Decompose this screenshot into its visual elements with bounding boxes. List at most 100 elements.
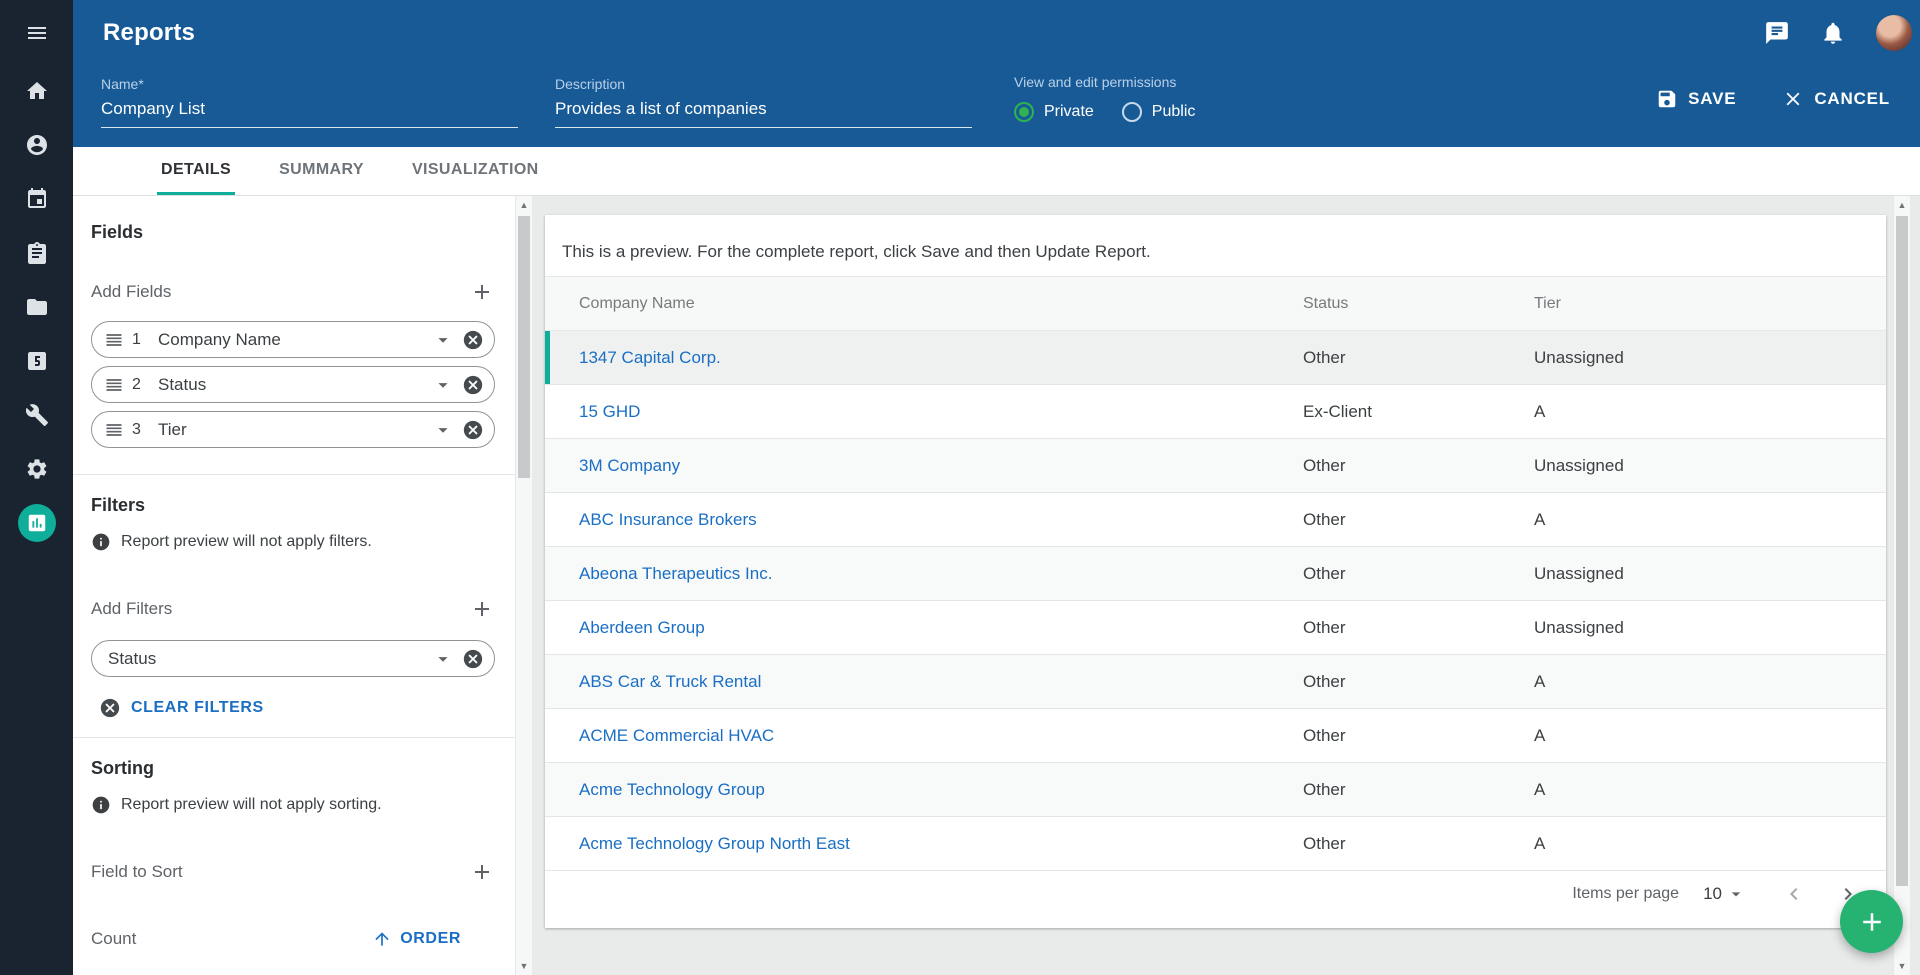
- header: Reports Name* Company List Description P…: [73, 0, 1920, 147]
- company-link[interactable]: ABC Insurance Brokers: [579, 510, 757, 529]
- company-link[interactable]: Acme Technology Group: [579, 780, 765, 799]
- company-cell: 15 GHD: [545, 385, 1269, 439]
- scroll-up-button[interactable]: ▲: [1894, 196, 1910, 214]
- table-row[interactable]: 3M CompanyOtherUnassigned: [545, 439, 1886, 493]
- drag-handle-icon[interactable]: [104, 375, 124, 395]
- menu-icon: [25, 21, 49, 45]
- status-cell: Other: [1269, 601, 1500, 655]
- company-link[interactable]: Aberdeen Group: [579, 618, 705, 637]
- tab-visualization[interactable]: VISUALIZATION: [408, 147, 543, 195]
- sidebar-item-reports[interactable]: [0, 496, 73, 550]
- chevron-down-icon[interactable]: [432, 648, 454, 670]
- table-row[interactable]: 1347 Capital Corp.OtherUnassigned: [545, 331, 1886, 385]
- table-row[interactable]: Acme Technology Group North EastOtherA: [545, 817, 1886, 871]
- table-row[interactable]: Acme Technology GroupOtherA: [545, 763, 1886, 817]
- bell-icon: [1820, 20, 1846, 46]
- sidebar-item-settings[interactable]: [0, 442, 73, 496]
- company-link[interactable]: 3M Company: [579, 456, 680, 475]
- company-cell: Acme Technology Group North East: [545, 817, 1269, 871]
- sorting-note-row: Report preview will not apply sorting.: [91, 795, 495, 815]
- notifications-button[interactable]: [1820, 20, 1846, 46]
- table-row[interactable]: Abeona Therapeutics Inc.OtherUnassigned: [545, 547, 1886, 601]
- company-link[interactable]: Abeona Therapeutics Inc.: [579, 564, 772, 583]
- close-icon: [1782, 88, 1804, 110]
- add-sort-field-button[interactable]: [469, 859, 495, 885]
- header-actions: [1764, 14, 1912, 52]
- chevron-down-icon[interactable]: [432, 419, 454, 441]
- name-input[interactable]: Company List: [101, 99, 518, 128]
- field-order-number: 3: [132, 421, 148, 439]
- save-button[interactable]: SAVE: [1656, 88, 1736, 110]
- plus-icon: [470, 597, 494, 621]
- scroll-down-button[interactable]: ▼: [516, 957, 532, 975]
- remove-field-icon[interactable]: [462, 419, 484, 441]
- avatar[interactable]: [1876, 15, 1912, 51]
- remove-field-icon[interactable]: [462, 329, 484, 351]
- field-chip-tier[interactable]: 3 Tier: [91, 411, 495, 448]
- cancel-button[interactable]: CANCEL: [1782, 88, 1890, 110]
- add-fields-button[interactable]: [469, 279, 495, 305]
- chevron-down-icon[interactable]: [432, 329, 454, 351]
- scroll-up-button[interactable]: ▲: [516, 196, 532, 214]
- table-row[interactable]: ACME Commercial HVACOtherA: [545, 709, 1886, 763]
- private-radio[interactable]: [1014, 102, 1034, 122]
- company-link[interactable]: ABS Car & Truck Rental: [579, 672, 761, 691]
- tab-details[interactable]: DETAILS: [157, 147, 235, 195]
- arrow-up-icon: [372, 929, 392, 949]
- plus-icon: [470, 280, 494, 304]
- add-filters-button[interactable]: [469, 596, 495, 622]
- public-radio[interactable]: [1122, 102, 1142, 122]
- items-per-page-select[interactable]: 10: [1703, 884, 1746, 904]
- table-row[interactable]: Aberdeen GroupOtherUnassigned: [545, 601, 1886, 655]
- remove-filter-icon[interactable]: [462, 648, 484, 670]
- items-per-page-value: 10: [1703, 884, 1722, 904]
- table-row[interactable]: 15 GHDEx-ClientA: [545, 385, 1886, 439]
- filter-chip-status[interactable]: Status: [91, 640, 495, 677]
- company-link[interactable]: ACME Commercial HVAC: [579, 726, 774, 745]
- drag-handle-icon[interactable]: [104, 420, 124, 440]
- status-cell: Other: [1269, 439, 1500, 493]
- field-chip-status[interactable]: 2 Status: [91, 366, 495, 403]
- sidebar-item-number-5[interactable]: [0, 334, 73, 388]
- table-row[interactable]: ABS Car & Truck RentalOtherA: [545, 655, 1886, 709]
- company-link[interactable]: 1347 Capital Corp.: [579, 348, 721, 367]
- field-chip-company-name[interactable]: 1 Company Name: [91, 321, 495, 358]
- company-link[interactable]: 15 GHD: [579, 402, 640, 421]
- sidebar-item-home[interactable]: [0, 64, 73, 118]
- sidebar-item-tasks[interactable]: [0, 226, 73, 280]
- sidebar-item-tools[interactable]: [0, 388, 73, 442]
- section-divider: [73, 474, 515, 475]
- table-footer: Items per page 10: [545, 871, 1886, 917]
- panel-scrollbar-thumb[interactable]: [518, 216, 530, 478]
- chat-button[interactable]: [1764, 20, 1790, 46]
- clipboard-icon: [25, 241, 49, 265]
- tab-summary[interactable]: SUMMARY: [275, 147, 368, 195]
- company-link[interactable]: Acme Technology Group North East: [579, 834, 850, 853]
- tier-cell: A: [1500, 385, 1886, 439]
- fields-section-title: Fields: [91, 222, 495, 243]
- sidebar-item-folders[interactable]: [0, 280, 73, 334]
- prev-page-button[interactable]: [1782, 882, 1806, 906]
- info-icon: [91, 532, 111, 552]
- drag-handle-icon[interactable]: [104, 330, 124, 350]
- name-field: Name* Company List: [101, 76, 518, 128]
- scroll-down-button[interactable]: ▼: [1894, 957, 1910, 975]
- chevron-down-icon[interactable]: [432, 374, 454, 396]
- remove-field-icon[interactable]: [462, 374, 484, 396]
- preview-table: Company Name Status Tier 1347 Capital Co…: [545, 276, 1886, 871]
- sidebar-item-contacts[interactable]: [0, 118, 73, 172]
- description-field: Description Provides a list of companies: [555, 76, 972, 128]
- clear-filters-button[interactable]: CLEAR FILTERS: [99, 697, 264, 719]
- company-cell: Abeona Therapeutics Inc.: [545, 547, 1269, 601]
- sidebar-item-calendar[interactable]: [0, 172, 73, 226]
- field-order-number: 1: [132, 331, 148, 349]
- order-button[interactable]: ORDER: [372, 929, 461, 949]
- main-scrollbar-thumb[interactable]: [1896, 216, 1908, 886]
- table-row[interactable]: ABC Insurance BrokersOtherA: [545, 493, 1886, 547]
- menu-button[interactable]: [0, 6, 73, 60]
- add-fab[interactable]: [1840, 890, 1903, 953]
- status-cell: Other: [1269, 709, 1500, 763]
- description-label: Description: [555, 76, 972, 92]
- description-input[interactable]: Provides a list of companies: [555, 99, 972, 128]
- status-cell: Other: [1269, 655, 1500, 709]
